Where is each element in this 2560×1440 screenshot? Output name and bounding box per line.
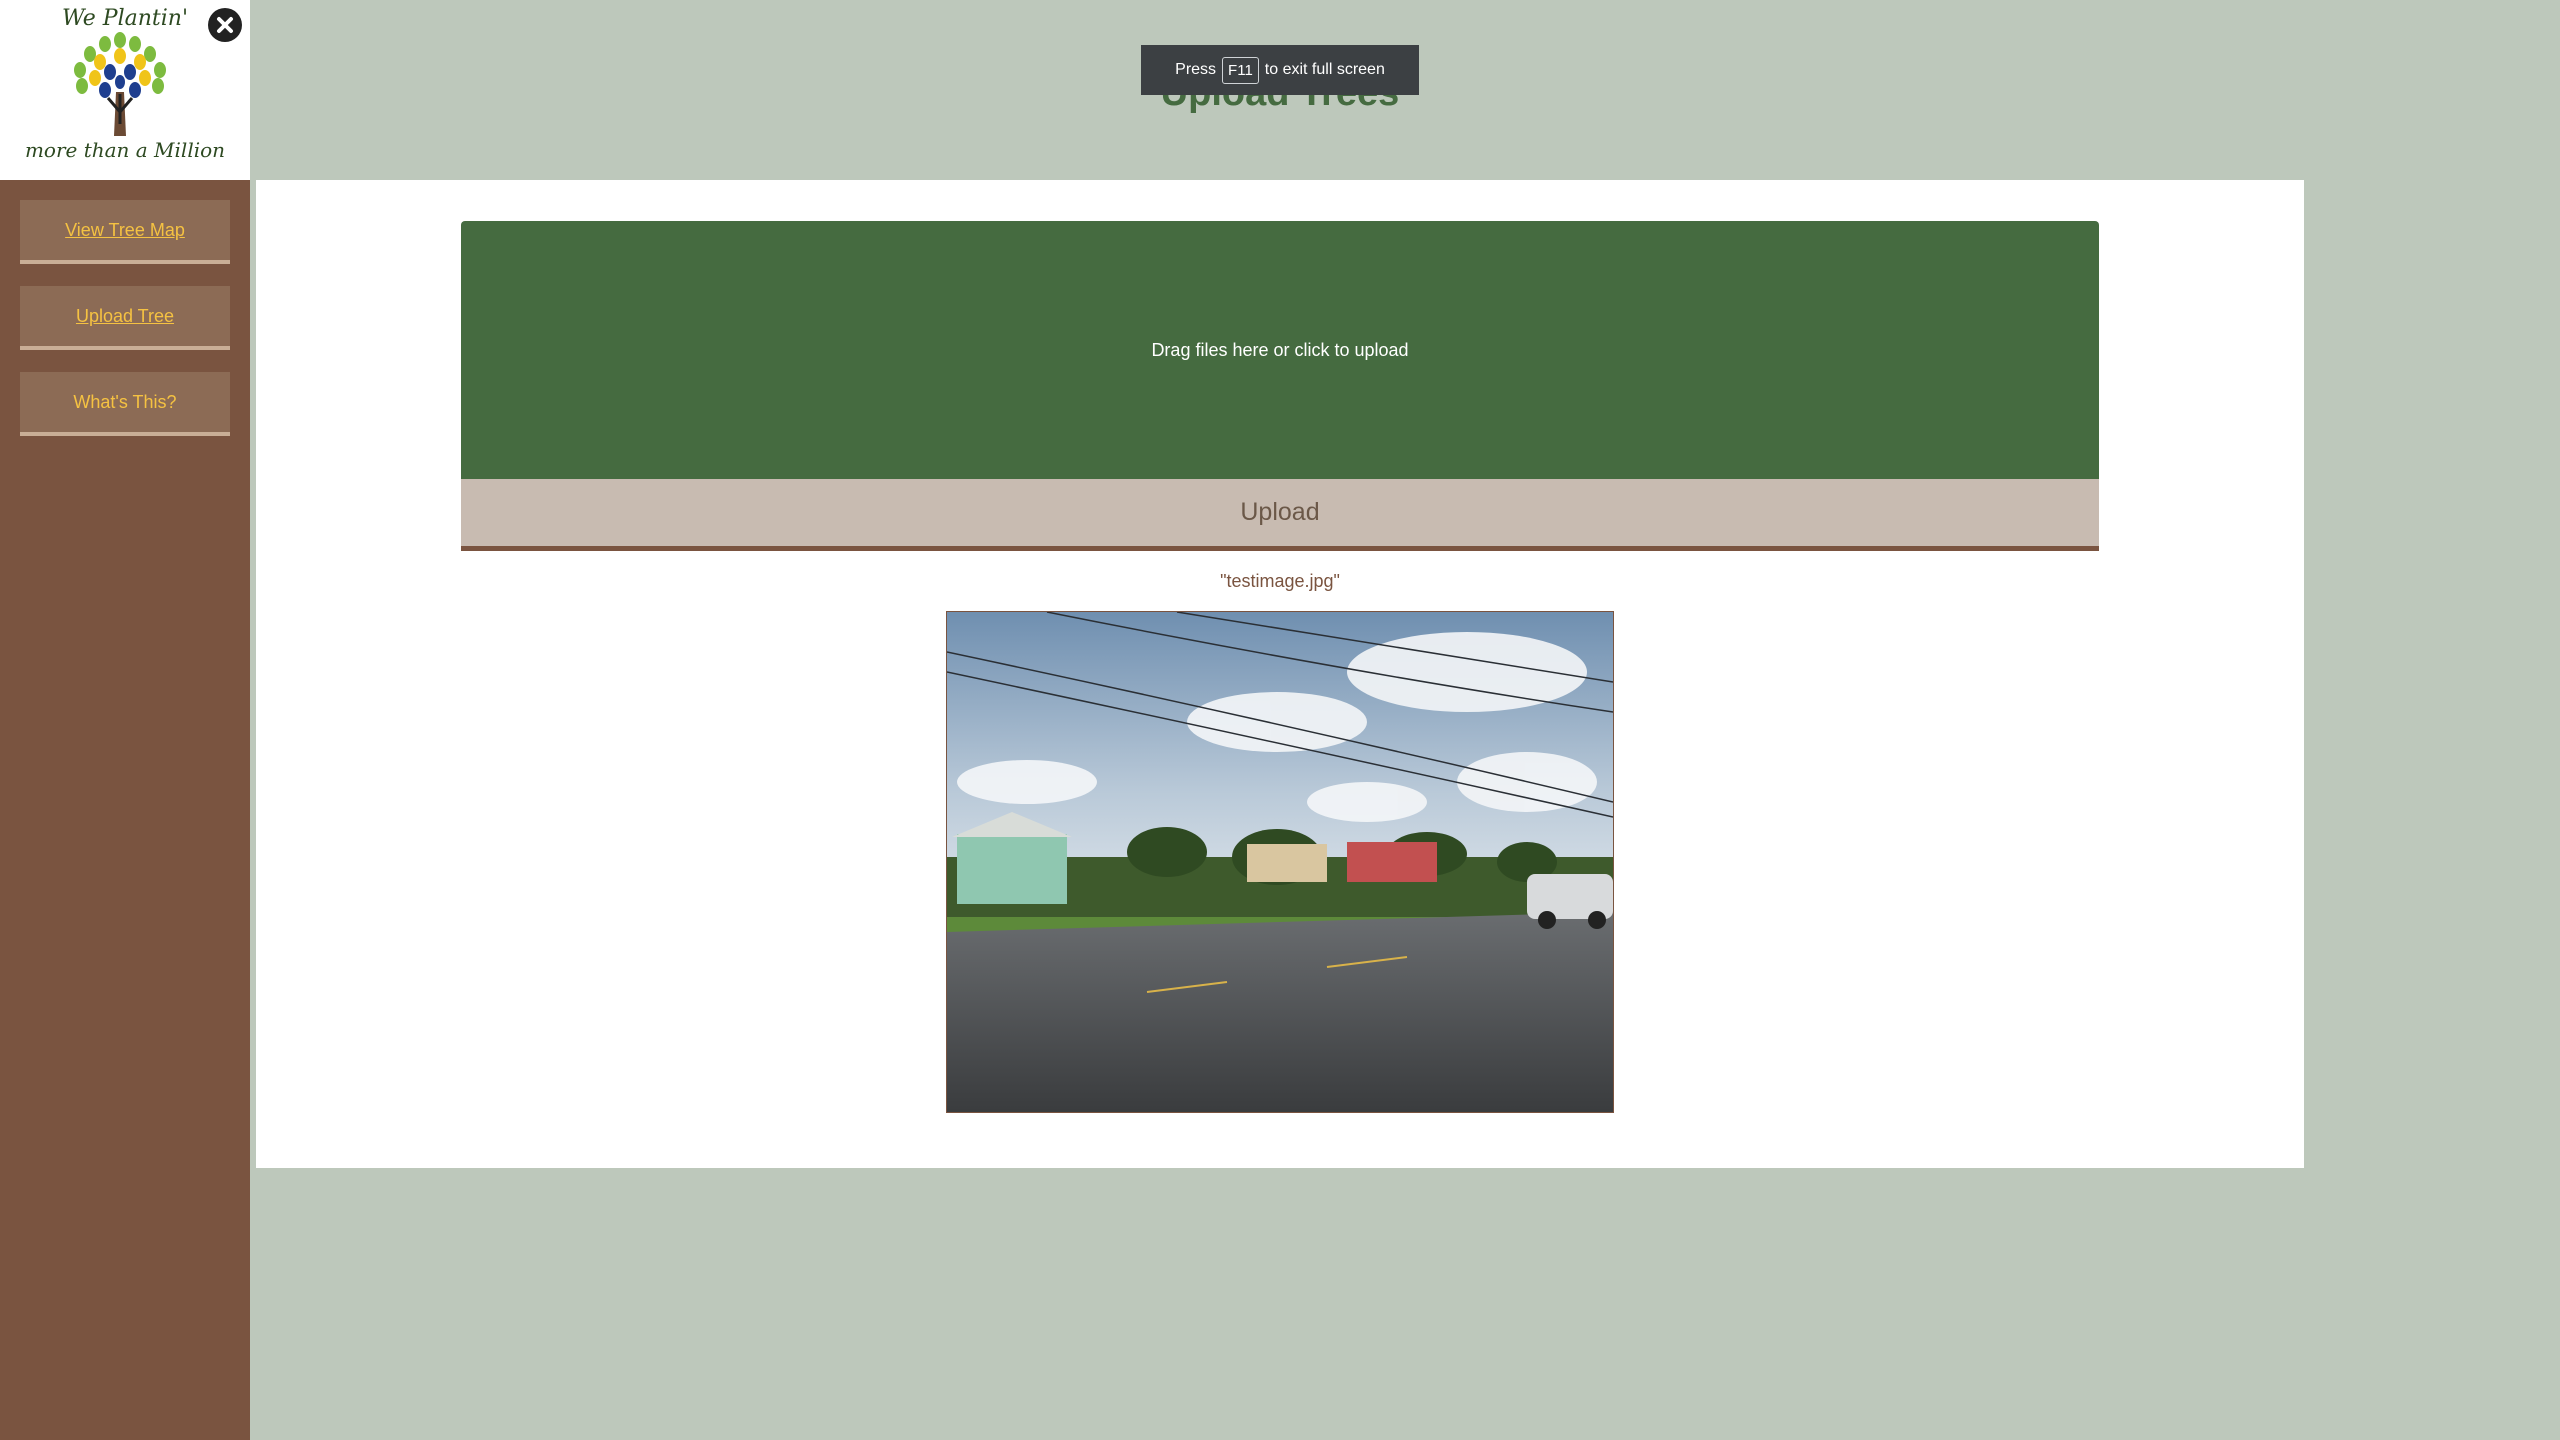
toast-text-before: Press [1175,61,1217,78]
sidebar-item-view-tree-map[interactable]: View Tree Map [20,200,230,264]
preview-photo [947,612,1613,1112]
dropzone-label: Drag files here or click to upload [1151,339,1409,360]
close-icon-glyph [217,17,233,33]
sidebar-item-upload-tree[interactable]: Upload Tree [20,286,230,350]
logo-subtitle: more than a Million [24,138,226,162]
upload-button[interactable]: Upload [461,479,2099,551]
sidebar-item-label: Upload Tree [75,305,175,326]
sidebar: We Plantin' more than a Million View Tre… [0,0,250,1440]
close-icon[interactable] [208,8,242,42]
toast-key: F11 [1222,56,1259,84]
tree-logo-icon [74,32,166,136]
upload-button-label: Upload [1240,498,1320,526]
selected-file-name: "testimage.jpg" [1220,571,1340,591]
upload-panel: Drag files here or click to upload Uploa… [256,180,2304,1168]
sidebar-item-whats-this[interactable]: What's This? [20,372,230,436]
sidebar-item-label: What's This? [73,391,177,412]
fullscreen-toast: Press F11 to exit full screen [1141,45,1419,95]
toast-text-after: to exit full screen [1264,61,1385,78]
image-preview [946,611,1614,1113]
sidebar-item-label: View Tree Map [65,219,185,240]
file-dropzone[interactable]: Drag files here or click to upload [461,221,2099,479]
logo: We Plantin' more than a Million [0,0,250,180]
